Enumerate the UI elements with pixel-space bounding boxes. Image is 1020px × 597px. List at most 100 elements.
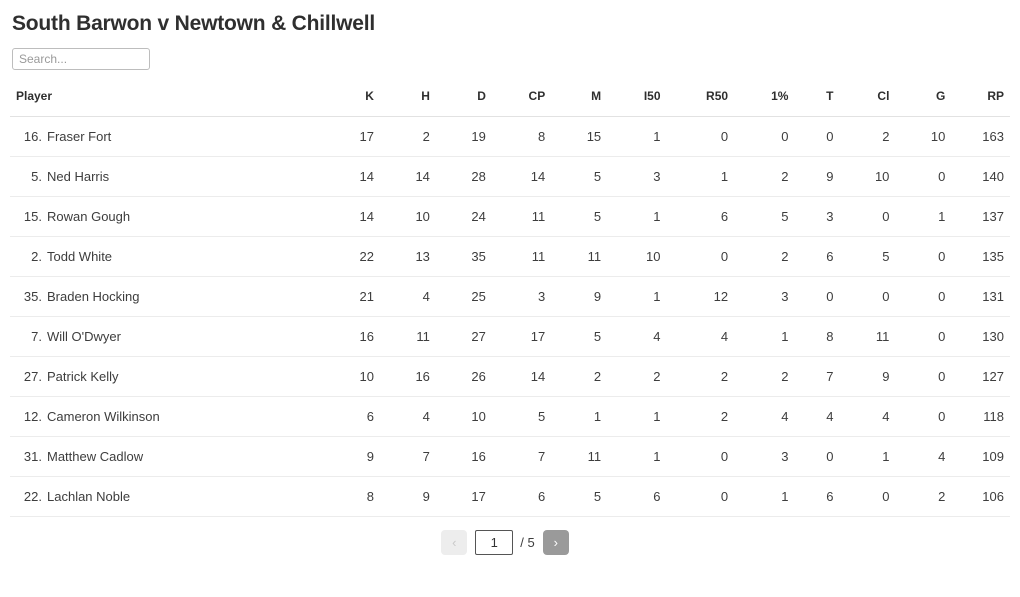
cell-cp: 17 bbox=[507, 316, 568, 357]
cell-m: 5 bbox=[567, 196, 624, 237]
cell-cl: 9 bbox=[855, 356, 912, 397]
cell-h: 4 bbox=[395, 396, 452, 437]
player-number: 27. bbox=[23, 369, 42, 384]
column-header-player[interactable]: Player bbox=[10, 89, 340, 117]
column-header-cp[interactable]: CP bbox=[507, 89, 568, 117]
player-number: 16. bbox=[23, 129, 42, 144]
cell-rp: 163 bbox=[967, 116, 1010, 157]
column-header-g[interactable]: G bbox=[911, 89, 968, 117]
cell-rp: 130 bbox=[967, 316, 1010, 357]
next-page-button[interactable]: › bbox=[542, 530, 569, 555]
cell-r50: 12 bbox=[682, 276, 751, 317]
cell-i50: 1 bbox=[623, 396, 683, 437]
cell-cl: 10 bbox=[855, 156, 912, 197]
cell-t: 7 bbox=[810, 356, 856, 397]
cell-g: 4 bbox=[911, 436, 968, 477]
player-stats-table: Player K H D CP M I50 R50 1% T Cl G RP 1… bbox=[10, 89, 1010, 517]
cell-d: 19 bbox=[451, 116, 508, 157]
column-header-k[interactable]: K bbox=[340, 89, 396, 117]
column-header-t[interactable]: T bbox=[810, 89, 856, 117]
cell-g: 0 bbox=[911, 156, 968, 197]
table-row[interactable]: 35. Braden Hocking 21 4 25 3 9 1 12 3 0 0 0 131 bbox=[10, 276, 1010, 317]
table-row[interactable]: 2. Todd White 22 13 35 11 11 10 0 2 6 5 0 135 bbox=[10, 236, 1010, 277]
cell-i50: 2 bbox=[623, 356, 683, 397]
cell-k: 22 bbox=[340, 236, 396, 277]
table-row[interactable]: 22. Lachlan Noble 8 9 17 6 5 6 0 1 6 0 2 106 bbox=[10, 476, 1010, 517]
cell-m: 15 bbox=[567, 116, 624, 157]
table-row[interactable]: 15. Rowan Gough 14 10 24 11 5 1 6 5 3 0 1 137 bbox=[10, 196, 1010, 237]
player-name: Todd White bbox=[47, 249, 113, 264]
column-header-r50[interactable]: R50 bbox=[682, 89, 751, 117]
column-header-onepercent[interactable]: 1% bbox=[750, 89, 811, 117]
column-header-cl[interactable]: Cl bbox=[855, 89, 912, 117]
table-row[interactable]: 5. Ned Harris 14 14 28 14 5 3 1 2 9 10 0 140 bbox=[10, 156, 1010, 197]
column-header-m[interactable]: M bbox=[567, 89, 624, 117]
cell-m: 1 bbox=[567, 396, 624, 437]
cell-r50: 1 bbox=[682, 156, 751, 197]
player-number: 12. bbox=[23, 409, 42, 424]
cell-h: 4 bbox=[395, 276, 452, 317]
cell-onepercent: 5 bbox=[750, 196, 811, 237]
cell-h: 2 bbox=[395, 116, 452, 157]
cell-rp: 118 bbox=[967, 396, 1010, 437]
cell-cp: 8 bbox=[507, 116, 568, 157]
table-row[interactable]: 27. Patrick Kelly 10 16 26 14 2 2 2 2 7 9 0 127 bbox=[10, 356, 1010, 397]
total-pages-label: / 5 bbox=[520, 535, 535, 550]
cell-t: 6 bbox=[810, 476, 856, 517]
cell-t: 0 bbox=[810, 116, 856, 157]
cell-g: 2 bbox=[911, 476, 968, 517]
cell-cl: 4 bbox=[855, 396, 912, 437]
cell-d: 26 bbox=[451, 356, 508, 397]
cell-onepercent: 1 bbox=[750, 316, 811, 357]
cell-rp: 137 bbox=[967, 196, 1010, 237]
cell-k: 17 bbox=[340, 116, 396, 157]
cell-g: 0 bbox=[911, 276, 968, 317]
search-input[interactable] bbox=[12, 48, 150, 70]
cell-i50: 1 bbox=[623, 436, 683, 477]
cell-cl: 0 bbox=[855, 476, 912, 517]
cell-player: 31. Matthew Cadlow bbox=[10, 436, 340, 477]
cell-k: 6 bbox=[340, 396, 396, 437]
cell-t: 8 bbox=[810, 316, 856, 357]
cell-t: 0 bbox=[810, 436, 856, 477]
cell-m: 5 bbox=[567, 476, 624, 517]
table-row[interactable]: 7. Will O'Dwyer 16 11 27 17 5 4 4 1 8 11 0 130 bbox=[10, 316, 1010, 357]
table-row[interactable]: 31. Matthew Cadlow 9 7 16 7 11 1 0 3 0 1 4 109 bbox=[10, 436, 1010, 477]
cell-d: 28 bbox=[451, 156, 508, 197]
cell-cp: 11 bbox=[507, 196, 568, 237]
cell-r50: 4 bbox=[682, 316, 751, 357]
cell-k: 21 bbox=[340, 276, 396, 317]
column-header-rp[interactable]: RP bbox=[967, 89, 1010, 117]
search-row bbox=[0, 38, 1020, 70]
column-header-i50[interactable]: I50 bbox=[623, 89, 683, 117]
player-name: Ned Harris bbox=[47, 169, 110, 184]
cell-d: 35 bbox=[451, 236, 508, 277]
cell-h: 11 bbox=[395, 316, 452, 357]
cell-cp: 14 bbox=[507, 356, 568, 397]
cell-m: 9 bbox=[567, 276, 624, 317]
cell-t: 4 bbox=[810, 396, 856, 437]
cell-onepercent: 2 bbox=[750, 156, 811, 197]
column-header-d[interactable]: D bbox=[451, 89, 508, 117]
cell-onepercent: 2 bbox=[750, 236, 811, 277]
cell-g: 0 bbox=[911, 316, 968, 357]
cell-player: 22. Lachlan Noble bbox=[10, 476, 340, 517]
cell-i50: 1 bbox=[623, 196, 683, 237]
cell-i50: 10 bbox=[623, 236, 683, 277]
player-number: 5. bbox=[31, 169, 42, 184]
cell-r50: 0 bbox=[682, 116, 751, 157]
cell-rp: 140 bbox=[967, 156, 1010, 197]
column-header-h[interactable]: H bbox=[395, 89, 452, 117]
cell-player: 16. Fraser Fort bbox=[10, 116, 340, 157]
table-header-row: Player K H D CP M I50 R50 1% T Cl G RP bbox=[10, 89, 1010, 117]
cell-m: 2 bbox=[567, 356, 624, 397]
previous-page-button[interactable]: ‹ bbox=[441, 530, 468, 555]
cell-r50: 2 bbox=[682, 356, 751, 397]
cell-cp: 14 bbox=[507, 156, 568, 197]
table-row[interactable]: 12. Cameron Wilkinson 6 4 10 5 1 1 2 4 4 4 0 118 bbox=[10, 396, 1010, 437]
cell-onepercent: 3 bbox=[750, 436, 811, 477]
cell-onepercent: 0 bbox=[750, 116, 811, 157]
table-row[interactable]: 16. Fraser Fort 17 2 19 8 15 1 0 0 0 2 10 163 bbox=[10, 116, 1010, 157]
page-number-input[interactable] bbox=[475, 530, 514, 555]
cell-onepercent: 1 bbox=[750, 476, 811, 517]
